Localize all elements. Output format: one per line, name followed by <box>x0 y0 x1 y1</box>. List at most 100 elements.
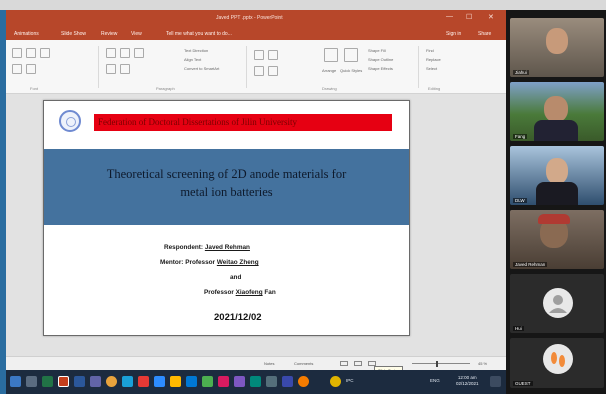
indent-icon[interactable] <box>134 48 144 58</box>
footprints-icon <box>551 352 565 367</box>
user-icon <box>549 295 567 313</box>
participant-tile[interactable]: GUEST <box>510 338 604 388</box>
tab-review[interactable]: Review <box>101 31 117 37</box>
find-button[interactable]: Find <box>426 48 434 53</box>
participant-tile[interactable]: Jiahui <box>510 18 604 77</box>
slide-sorter-icon[interactable] <box>354 361 362 366</box>
align-text-button[interactable]: Align Text <box>184 57 201 62</box>
font-size-icon[interactable] <box>12 48 22 58</box>
convert-smartart-button[interactable]: Convert to SmartArt <box>184 66 219 71</box>
text-direction-button[interactable]: Text Direction <box>184 48 208 53</box>
quick-styles-icon[interactable] <box>344 48 358 62</box>
app-icon[interactable] <box>138 376 149 387</box>
ribbon-tabs: Animations Slide Show Review View Tell m… <box>6 26 506 40</box>
tab-slide-show[interactable]: Slide Show <box>61 31 86 37</box>
statusbar: Notes Comments Slide Sorter 45 % <box>6 356 506 375</box>
participant-face <box>544 96 568 122</box>
app-icon[interactable] <box>266 376 277 387</box>
shared-screen: Javed PPT .pptx - PowerPoint — ☐ ✕ Anima… <box>6 10 506 394</box>
tab-animations[interactable]: Animations <box>14 31 39 37</box>
weather-icon[interactable] <box>330 376 341 387</box>
file-explorer-icon[interactable] <box>170 376 181 387</box>
chrome-icon[interactable] <box>106 376 117 387</box>
mentor-label: Mentor: Professor <box>160 259 216 266</box>
maximize-button[interactable]: ☐ <box>466 13 472 21</box>
zoom-slider-thumb[interactable] <box>436 361 438 367</box>
comments-button[interactable]: Comments <box>294 361 313 366</box>
align-left-icon[interactable] <box>106 64 116 74</box>
participant-tile[interactable]: Hui <box>510 274 604 333</box>
app-icon[interactable] <box>202 376 213 387</box>
participant-tile[interactable]: Javed Rehman <box>510 210 604 269</box>
tell-me-box[interactable]: Tell me what you want to do... <box>166 31 232 37</box>
participant-face <box>546 28 568 54</box>
app-icon[interactable] <box>250 376 261 387</box>
mail-icon[interactable] <box>186 376 197 387</box>
arrange-button[interactable]: Arrange <box>322 68 336 73</box>
respondent-line: Respondent: Javed Rehman <box>164 244 250 251</box>
avatar <box>543 288 573 318</box>
notes-button[interactable]: Notes <box>264 361 274 366</box>
shape-icon[interactable] <box>268 50 278 60</box>
select-button[interactable]: Select <box>426 66 437 71</box>
replace-button[interactable]: Replace <box>426 57 441 62</box>
app-icon[interactable] <box>122 376 133 387</box>
group-editing: Editing <box>428 86 441 91</box>
app-icon[interactable] <box>298 376 309 387</box>
start-icon[interactable] <box>10 376 21 387</box>
group-font: Font <box>30 86 39 91</box>
participant-body <box>536 182 578 205</box>
mentor-line: Mentor: Professor Weitao Zheng <box>160 259 259 266</box>
excel-icon[interactable] <box>42 376 53 387</box>
normal-view-icon[interactable] <box>340 361 348 366</box>
arrange-icon[interactable] <box>324 48 338 62</box>
sign-in-link[interactable]: Sign in <box>446 31 461 37</box>
share-button[interactable]: Share <box>478 31 491 37</box>
italic-icon[interactable] <box>40 48 50 58</box>
close-button[interactable]: ✕ <box>488 13 494 21</box>
font-color-icon[interactable] <box>12 64 22 74</box>
numbering-icon[interactable] <box>120 48 130 58</box>
participant-tile[interactable]: DLW <box>510 146 604 205</box>
underline-icon[interactable] <box>26 64 36 74</box>
shape-icon[interactable] <box>268 66 278 76</box>
window-title: Javed PPT .pptx - PowerPoint <box>216 15 283 21</box>
slide-canvas[interactable]: Federation of Doctoral Dissertations of … <box>43 100 410 336</box>
powerpoint-icon[interactable] <box>58 376 69 387</box>
task-view-icon[interactable] <box>26 376 37 387</box>
bullets-icon[interactable] <box>106 48 116 58</box>
app-icon[interactable] <box>234 376 245 387</box>
word-icon[interactable] <box>74 376 85 387</box>
system-clock[interactable]: 12:00 am 02/12/2021 <box>456 375 479 387</box>
zoom-level[interactable]: 45 % <box>478 361 487 366</box>
participant-name: Javed Rehman <box>513 262 548 267</box>
tab-view[interactable]: View <box>131 31 142 37</box>
participant-tile[interactable]: Fang <box>510 82 604 141</box>
group-paragraph: Paragraph <box>156 86 175 91</box>
shape-outline-button[interactable]: Shape Outline <box>368 57 393 62</box>
language-indicator[interactable]: ENG <box>430 378 440 383</box>
zoom-icon[interactable] <box>154 376 165 387</box>
notification-icon[interactable] <box>490 376 501 387</box>
minimize-button[interactable]: — <box>446 13 453 20</box>
slide-editing-area: Federation of Doctoral Dissertations of … <box>6 94 506 356</box>
app-icon[interactable] <box>218 376 229 387</box>
video-call-window: Javed PPT .pptx - PowerPoint — ☐ ✕ Anima… <box>0 0 606 394</box>
app-icon[interactable] <box>282 376 293 387</box>
shape-icon[interactable] <box>254 66 264 76</box>
shape-fill-button[interactable]: Shape Fill <box>368 48 386 53</box>
participant-face <box>546 158 568 184</box>
shape-effects-button[interactable]: Shape Effects <box>368 66 393 71</box>
participant-name: DLW <box>513 198 527 203</box>
shapes-gallery-icon[interactable] <box>254 50 264 60</box>
quick-styles-button[interactable]: Quick Styles <box>340 68 362 73</box>
group-drawing: Drawing <box>322 86 337 91</box>
teams-icon[interactable] <box>90 376 101 387</box>
bold-icon[interactable] <box>26 48 36 58</box>
participant-name: Hui <box>513 326 524 331</box>
align-center-icon[interactable] <box>120 64 130 74</box>
clock-date: 02/12/2021 <box>456 381 479 386</box>
meeting-top-bar <box>0 0 606 10</box>
zoom-slider[interactable] <box>412 363 470 364</box>
slide-header-banner: Federation of Doctoral Dissertations of … <box>94 114 392 131</box>
